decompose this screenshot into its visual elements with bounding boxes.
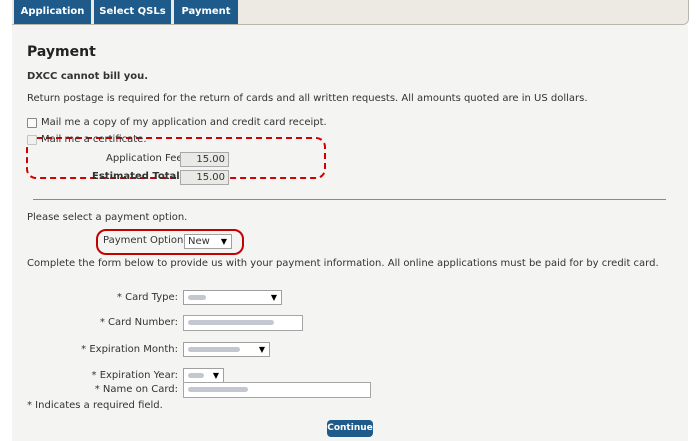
name-on-card-label: * Name on Card: bbox=[94, 384, 178, 395]
required-note: * Indicates a required field. bbox=[27, 400, 163, 411]
name-on-card-input[interactable] bbox=[183, 382, 371, 398]
payment-panel: Payment DXCC cannot bill you. Return pos… bbox=[12, 25, 688, 441]
divider bbox=[33, 199, 666, 200]
receipt-checkbox[interactable] bbox=[27, 118, 37, 128]
complete-form-text: Complete the form below to provide us wi… bbox=[27, 258, 659, 269]
expiration-month-value bbox=[188, 347, 240, 352]
estimated-total-value: 15.00 bbox=[180, 170, 229, 185]
name-on-card-value bbox=[188, 387, 248, 392]
expiration-month-select[interactable]: ▼ bbox=[183, 342, 270, 357]
payment-option-label: Payment Option: bbox=[103, 235, 187, 246]
continue-button[interactable]: Continue bbox=[327, 420, 373, 437]
card-type-label: * Card Type: bbox=[116, 292, 178, 303]
expiration-month-label: * Expiration Month: bbox=[81, 344, 178, 355]
certificate-checkbox-label: Mail me a certificate. bbox=[41, 134, 147, 145]
card-type-select[interactable]: ▼ bbox=[183, 290, 282, 305]
card-type-value bbox=[188, 295, 206, 300]
chevron-down-icon: ▼ bbox=[220, 237, 227, 246]
card-number-value bbox=[188, 320, 274, 325]
receipt-checkbox-label: Mail me a copy of my application and cre… bbox=[41, 117, 327, 128]
tab-application[interactable]: Application bbox=[14, 0, 91, 24]
payment-option-value: New bbox=[188, 236, 210, 247]
expiration-year-select[interactable]: ▼ bbox=[183, 368, 224, 383]
application-fee-label: Application Fee: bbox=[106, 153, 186, 164]
estimated-total-label: Estimated Total: bbox=[92, 171, 184, 182]
tab-payment[interactable]: Payment bbox=[174, 0, 238, 24]
chevron-down-icon: ▼ bbox=[270, 293, 277, 302]
expiration-year-label: * Expiration Year: bbox=[91, 370, 178, 381]
chevron-down-icon: ▼ bbox=[212, 371, 219, 380]
billing-notice: DXCC cannot bill you. bbox=[27, 71, 149, 82]
certificate-checkbox[interactable] bbox=[27, 135, 37, 145]
select-option-text: Please select a payment option. bbox=[27, 212, 188, 223]
page-title: Payment bbox=[27, 44, 96, 60]
expiration-year-value bbox=[188, 373, 204, 378]
card-number-input[interactable] bbox=[183, 315, 303, 331]
payment-option-select[interactable]: New ▼ bbox=[184, 234, 232, 249]
application-fee-value: 15.00 bbox=[180, 152, 229, 167]
postage-text: Return postage is required for the retur… bbox=[27, 93, 588, 104]
chevron-down-icon: ▼ bbox=[258, 345, 265, 354]
tab-select-qsls[interactable]: Select QSLs bbox=[94, 0, 171, 24]
card-number-label: * Card Number: bbox=[99, 317, 178, 328]
tab-bar: Application Select QSLs Payment bbox=[12, 0, 689, 25]
